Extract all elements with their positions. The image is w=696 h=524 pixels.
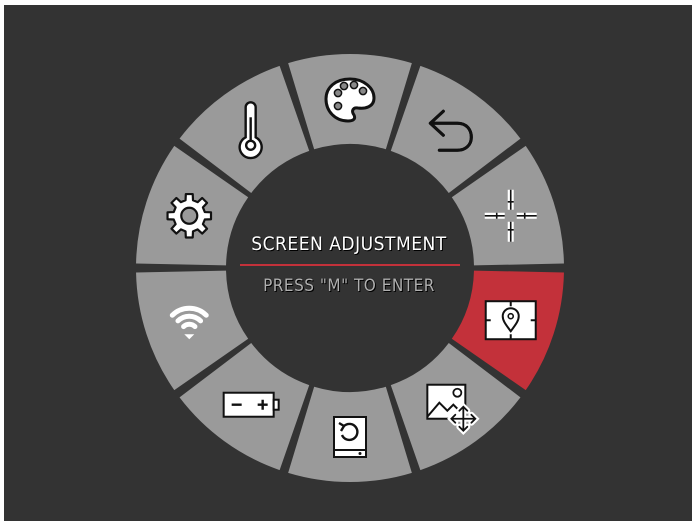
radial-menu: [136, 54, 564, 482]
title-divider: [240, 264, 460, 266]
menu-item-storage[interactable]: [288, 386, 412, 482]
menu-item-palette[interactable]: [288, 54, 412, 150]
selected-item-title: SCREEN ADJUSTMENT: [251, 233, 447, 255]
sd-card-restore-icon: [333, 416, 367, 458]
battery-icon: [222, 391, 280, 418]
menu-screen: SCREEN ADJUSTMENT PRESS "M" TO ENTER: [4, 5, 692, 521]
enter-hint: PRESS "M" TO ENTER: [263, 276, 435, 296]
gear-icon: [166, 192, 213, 239]
screen-position-icon: [484, 300, 537, 341]
